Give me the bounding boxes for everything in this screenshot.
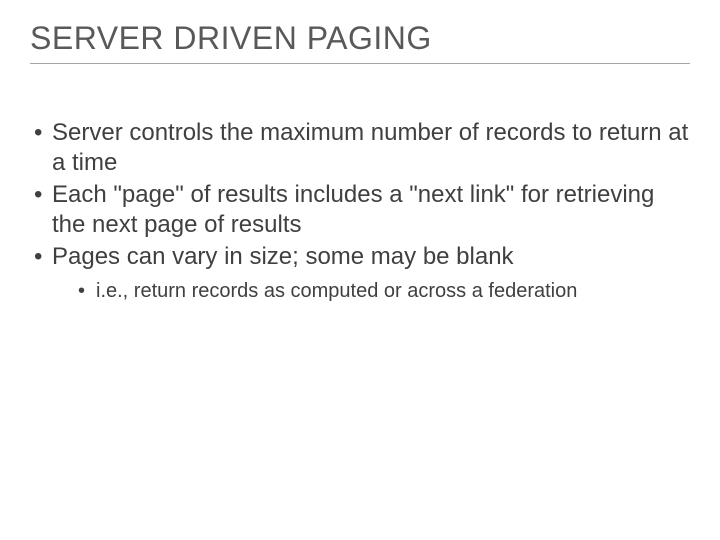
list-item: i.e., return records as computed or acro… xyxy=(52,278,690,304)
title-rule xyxy=(30,63,690,64)
bullet-text: Server controls the maximum number of re… xyxy=(52,119,688,176)
list-item: Pages can vary in size; some may be blan… xyxy=(30,242,690,304)
bullet-text: i.e., return records as computed or acro… xyxy=(96,280,577,302)
slide: SERVER DRIVEN PAGING Server controls the… xyxy=(0,0,720,540)
list-item: Each "page" of results includes a "next … xyxy=(30,180,690,240)
list-item: Server controls the maximum number of re… xyxy=(30,118,690,178)
slide-title: SERVER DRIVEN PAGING xyxy=(30,20,690,57)
bullet-text: Pages can vary in size; some may be blan… xyxy=(52,243,514,270)
bullet-list: Server controls the maximum number of re… xyxy=(30,118,690,304)
sub-bullet-list: i.e., return records as computed or acro… xyxy=(52,278,690,304)
bullet-text: Each "page" of results includes a "next … xyxy=(52,181,654,238)
